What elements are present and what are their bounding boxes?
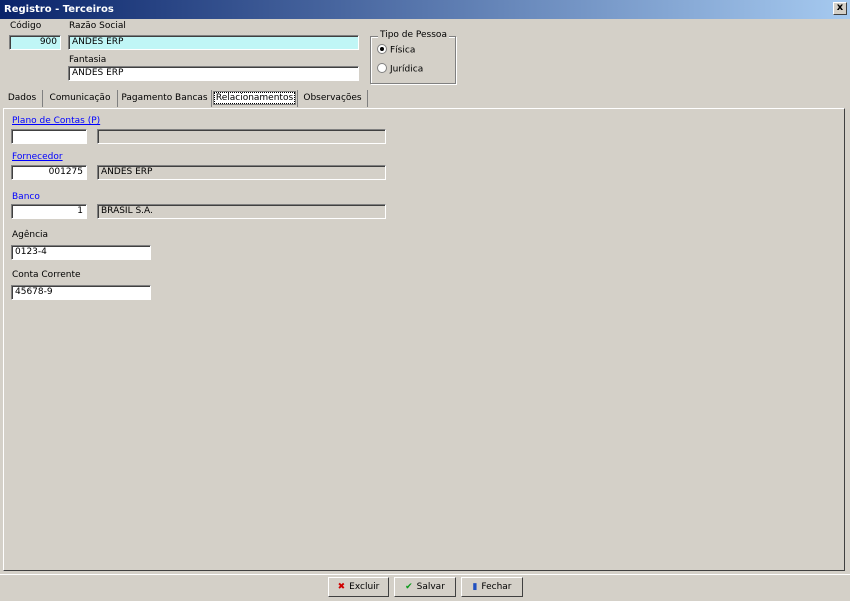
codigo-field[interactable]: 900	[9, 35, 61, 50]
banco-desc-field: BRASIL S.A.	[97, 204, 386, 219]
excluir-label: Excluir	[349, 582, 380, 592]
radio-unselected-icon	[377, 63, 387, 73]
plano-contas-desc-field	[97, 129, 386, 144]
excluir-button[interactable]: ✖ Excluir	[328, 577, 389, 597]
tipo-pessoa-group: Tipo de Pessoa Física Jurídica	[370, 30, 456, 84]
close-button[interactable]: x	[833, 2, 847, 15]
tab-pagamento-bancas-label: Pagamento Bancas	[121, 93, 208, 103]
conta-corrente-field[interactable]: 45678-9	[11, 285, 151, 300]
codigo-label: Código	[10, 21, 42, 31]
radio-fisica-label: Física	[390, 45, 416, 56]
banco-code-field[interactable]: 1	[11, 204, 87, 219]
razao-social-label: Razão Social	[69, 21, 126, 31]
tab-relacionamentos[interactable]: Relacionamentos	[212, 90, 298, 107]
close-icon: x	[836, 2, 844, 13]
tab-comunicacao-label: Comunicação	[49, 93, 111, 103]
tab-pagamento-bancas[interactable]: Pagamento Bancas	[118, 90, 212, 107]
fornecedor-link[interactable]: Fornecedor	[12, 152, 63, 162]
tab-dados[interactable]: Dados	[2, 90, 43, 107]
radio-juridica[interactable]: Jurídica	[377, 63, 424, 75]
tab-relacionamentos-label: Relacionamentos	[213, 92, 296, 104]
radio-selected-icon	[377, 44, 387, 54]
checkmark-icon: ✔	[405, 582, 413, 592]
tab-dados-label: Dados	[7, 93, 37, 103]
tab-observacoes-label: Observações	[303, 93, 362, 103]
window-title: Registro - Terceiros	[4, 4, 114, 15]
fantasia-field[interactable]: ANDES ERP	[68, 66, 359, 81]
tab-observacoes[interactable]: Observações	[298, 90, 368, 107]
fechar-button[interactable]: ▮ Fechar	[461, 577, 523, 597]
agencia-field[interactable]: 0123-4	[11, 245, 151, 260]
delete-x-icon: ✖	[337, 582, 346, 592]
fornecedor-code-field[interactable]: 001275	[11, 165, 87, 180]
salvar-button[interactable]: ✔ Salvar	[394, 577, 456, 597]
title-bar: Registro - Terceiros x	[0, 0, 850, 19]
door-exit-icon: ▮	[472, 582, 478, 592]
tipo-pessoa-title: Tipo de Pessoa	[378, 30, 449, 40]
salvar-label: Salvar	[416, 582, 445, 592]
radio-juridica-label: Jurídica	[390, 64, 424, 75]
fantasia-label: Fantasia	[69, 55, 107, 65]
razao-social-field[interactable]: ANDES ERP	[68, 35, 359, 50]
plano-contas-link[interactable]: Plano de Contas (P)	[12, 116, 100, 126]
banco-label: Banco	[12, 192, 40, 202]
agencia-label: Agência	[12, 230, 49, 240]
tab-comunicacao[interactable]: Comunicação	[43, 90, 118, 107]
registro-terceiros-window: Registro - Terceiros x Código 900 Razão …	[0, 0, 850, 600]
plano-contas-code-field[interactable]	[11, 129, 87, 144]
fechar-label: Fechar	[481, 582, 512, 592]
radio-fisica[interactable]: Física	[377, 44, 416, 56]
conta-corrente-label: Conta Corrente	[12, 270, 81, 280]
fornecedor-desc-field: ANDES ERP	[97, 165, 386, 180]
